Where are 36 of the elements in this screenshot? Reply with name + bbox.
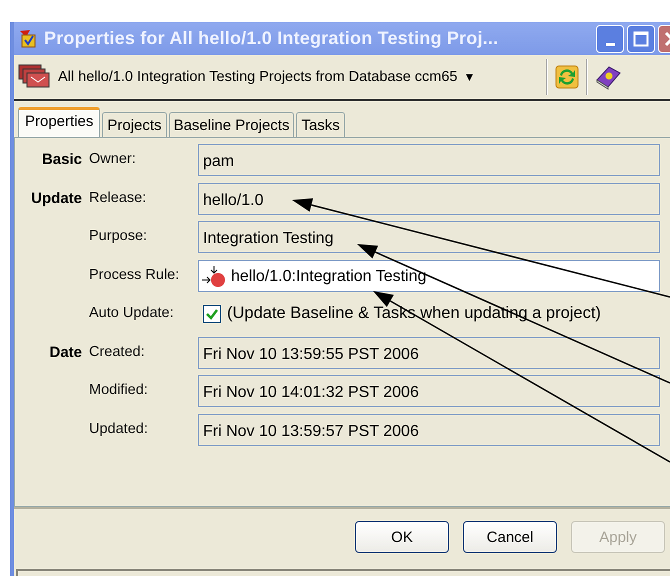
minimize-button[interactable] [596, 24, 624, 52]
process-rule-field[interactable]: hello/1.0:Integration Testing [198, 260, 660, 292]
read-only-field: Fri Nov 10 14:01:32 PST 2006 [198, 375, 660, 407]
field-label: Owner: [88, 150, 137, 167]
projects-stack-icon [18, 64, 52, 90]
maximize-icon [633, 30, 649, 46]
field-label: Auto Update: [88, 304, 175, 321]
dialog-button[interactable]: OK [355, 521, 449, 553]
group-label: Date [49, 344, 82, 360]
group-label: Update [31, 190, 82, 206]
read-only-field: hello/1.0 [198, 182, 660, 214]
minimize-icon [606, 43, 614, 46]
read-only-field: Fri Nov 10 13:59:55 PST 2006 [198, 336, 660, 368]
refresh-icon [554, 64, 580, 90]
field-label: Release: [88, 188, 148, 206]
group-label: Basic [42, 151, 82, 168]
checkbox[interactable] [203, 304, 221, 322]
dialog-button[interactable]: Cancel [463, 521, 557, 553]
field-label: Created: [88, 342, 146, 360]
field-label: Purpose: [88, 227, 148, 244]
caret-icon: ▼ [464, 70, 476, 84]
app-icon [18, 28, 38, 48]
field-label: Process Rule: [88, 266, 180, 282]
tab[interactable]: Baseline Projects [168, 112, 294, 137]
read-only-field: pam [198, 144, 660, 176]
field-label: Updated: [88, 420, 149, 436]
read-only-field: Fri Nov 10 13:59:57 PST 2006 [198, 414, 660, 446]
book-icon [594, 64, 622, 90]
read-only-field: Integration Testing [198, 221, 660, 253]
field-label: Modified: [88, 381, 149, 398]
tab[interactable]: Tasks [296, 112, 345, 137]
query-selector[interactable]: All hello/1.0 Integration Testing Projects from Database ccm65 ▼ [14, 64, 542, 90]
tab[interactable]: Projects [102, 112, 167, 137]
window-title: Properties for All hello/1.0 Integration Testing Proj... [44, 28, 498, 49]
tab[interactable]: Properties [18, 107, 100, 137]
maximize-button[interactable] [627, 24, 655, 52]
